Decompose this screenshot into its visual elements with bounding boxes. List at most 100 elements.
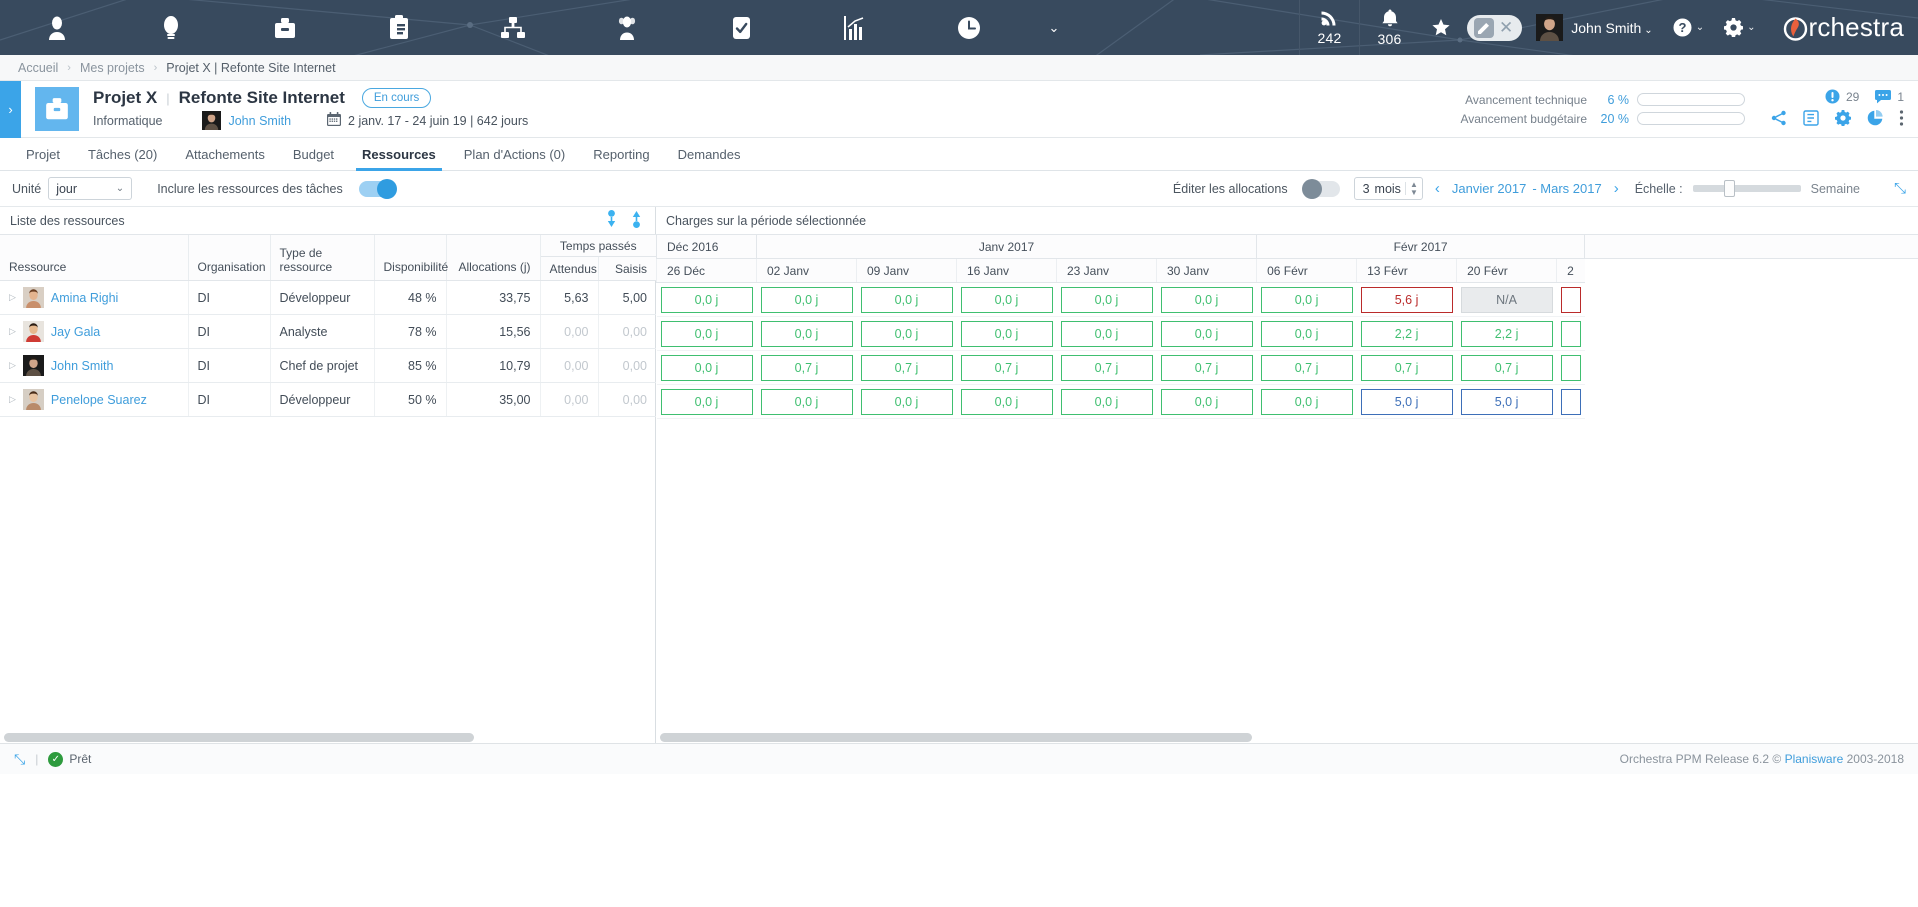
table-row[interactable]: ▷ John Smith DI Chef de projet 85 % 10,79 0,00… (0, 348, 657, 383)
col-attendus[interactable]: Attendus (539, 256, 598, 281)
tab-demandes[interactable]: Demandes (664, 138, 755, 170)
expand-row-triangle-icon[interactable]: ▷ (9, 292, 16, 303)
charge-cell[interactable] (1560, 388, 1581, 415)
idea-bulb-icon[interactable] (114, 0, 228, 55)
charge-cell[interactable]: 0,7 j (960, 354, 1053, 381)
feed-button[interactable]: 242 (1299, 0, 1359, 55)
resource-name-link[interactable]: Amina Righi (51, 291, 118, 305)
charge-cell[interactable]: 5,0 j (1360, 388, 1453, 415)
table-row[interactable]: ▷ Jay Gala DI Analyste 78 % 15,56 0,00 0,00 (0, 314, 657, 349)
col-allocations[interactable]: Allocations (j) (445, 234, 540, 281)
col-ressource[interactable]: Ressource (0, 234, 188, 281)
more-nav-chevron-icon[interactable]: ⌄ (1026, 0, 1082, 55)
settings-menu[interactable]: ⌄ (1724, 18, 1755, 37)
share-icon[interactable] (1771, 110, 1787, 129)
edit-pencil-icon[interactable] (1474, 17, 1494, 38)
checkbox-task-icon[interactable] (684, 0, 798, 55)
right-horizontal-scrollbar[interactable] (656, 731, 1918, 743)
include-task-resources-toggle[interactable] (358, 178, 397, 199)
help-menu[interactable]: ? ⌄ (1673, 18, 1704, 37)
close-icon[interactable]: ✕ (1497, 19, 1515, 36)
pie-chart-icon[interactable] (1867, 110, 1883, 129)
planisware-link[interactable]: Planisware (1785, 752, 1844, 766)
charge-cell[interactable]: 2,2 j (1460, 320, 1553, 347)
sidebar-expand-button[interactable]: › (0, 80, 21, 138)
period-end-label[interactable]: - Mars 2017 (1532, 181, 1601, 196)
scale-slider-handle[interactable] (1723, 180, 1735, 197)
alerts-stat[interactable]: 29 (1825, 89, 1859, 104)
more-vertical-icon[interactable] (1899, 110, 1904, 129)
edit-allocations-toggle[interactable] (1301, 178, 1340, 199)
left-horizontal-scrollbar[interactable] (0, 731, 655, 743)
expand-row-triangle-icon[interactable]: ▷ (9, 394, 16, 405)
tab-plan-d-actions-0[interactable]: Plan d'Actions (0) (450, 138, 579, 170)
briefcase-icon[interactable] (228, 0, 342, 55)
resource-name-link[interactable]: Penelope Suarez (51, 393, 147, 407)
resource-name-link[interactable]: John Smith (51, 359, 114, 373)
right-scrollbar-thumb[interactable] (660, 732, 1252, 742)
settings-icon[interactable] (1834, 110, 1852, 129)
charge-cell[interactable] (1560, 320, 1581, 347)
charge-cell[interactable]: 0,0 j (1160, 286, 1253, 313)
tab-projet[interactable]: Projet (12, 138, 74, 170)
stepper-arrows[interactable]: ▲ ▼ (1404, 181, 1422, 196)
table-row[interactable]: ▷ Penelope Suarez DI Développeur 50 % 35,00 0,… (0, 382, 657, 417)
charge-cell[interactable]: 0,0 j (860, 320, 953, 347)
favorites-star-icon[interactable] (1419, 0, 1463, 55)
charge-cell[interactable]: 0,0 j (760, 388, 853, 415)
charge-cell[interactable]: 0,0 j (860, 286, 953, 313)
status-expand-icon[interactable]: ⤡ (14, 751, 25, 768)
charge-cell[interactable]: 0,0 j (760, 320, 853, 347)
resource-name-link[interactable]: Jay Gala (51, 325, 100, 339)
people-icon[interactable] (570, 0, 684, 55)
analytics-chart-icon[interactable] (798, 0, 912, 55)
breadcrumb-item-my-projects[interactable]: Mes projets (80, 61, 145, 75)
charge-cell[interactable]: 0,0 j (1160, 320, 1253, 347)
unit-select[interactable]: jour ⌄ (48, 177, 133, 200)
charge-cell[interactable]: 0,0 j (660, 286, 753, 313)
tab-reporting[interactable]: Reporting (579, 138, 663, 170)
expand-row-triangle-icon[interactable]: ▷ (9, 360, 16, 371)
col-organisation[interactable]: Organisation (187, 234, 270, 281)
breadcrumb-item-home[interactable]: Accueil (18, 61, 58, 75)
charge-cell[interactable]: 0,0 j (1060, 388, 1153, 415)
tab-attachements[interactable]: Attachements (171, 138, 279, 170)
col-disponibilite[interactable]: Disponibilité (373, 234, 448, 281)
org-chart-icon[interactable] (456, 0, 570, 55)
charge-cell[interactable]: 0,7 j (760, 354, 853, 381)
charge-cell[interactable]: 0,0 j (960, 388, 1053, 415)
comments-stat[interactable]: 1 (1875, 89, 1904, 104)
expand-all-icon[interactable] (632, 210, 641, 231)
cell-resource[interactable]: ▷ Jay Gala (0, 314, 188, 349)
charge-cell[interactable]: 0,7 j (1360, 354, 1453, 381)
collapse-all-icon[interactable] (607, 210, 616, 231)
charge-cell[interactable]: 0,0 j (660, 354, 753, 381)
tab-ressources[interactable]: Ressources (348, 138, 450, 171)
charge-cell[interactable]: 0,0 j (860, 388, 953, 415)
next-period-button[interactable]: › (1602, 180, 1631, 197)
charge-cell[interactable]: N/A (1460, 286, 1553, 313)
charge-cell[interactable]: 0,0 j (1260, 388, 1353, 415)
charge-cell[interactable]: 5,6 j (1360, 286, 1453, 313)
charge-cell[interactable]: 0,0 j (1260, 286, 1353, 313)
clock-icon[interactable] (912, 0, 1026, 55)
notifications-button[interactable]: 306 (1359, 0, 1419, 55)
left-scrollbar-thumb[interactable] (4, 732, 474, 742)
charge-cell[interactable]: 0,0 j (760, 286, 853, 313)
col-type-ressource[interactable]: Type de ressource (269, 234, 374, 281)
charge-cell[interactable]: 0,7 j (1060, 354, 1153, 381)
charge-cell[interactable]: 0,0 j (660, 320, 753, 347)
fullscreen-expand-icon[interactable]: ⤡ (1894, 180, 1906, 197)
charge-cell[interactable]: 5,0 j (1460, 388, 1553, 415)
cell-resource[interactable]: ▷ Penelope Suarez (0, 382, 188, 417)
col-saisis[interactable]: Saisis (597, 256, 657, 281)
expand-row-triangle-icon[interactable]: ▷ (9, 326, 16, 337)
table-row[interactable]: ▷ Amina Righi DI Développeur 48 % 33,75 5,63 5,… (0, 280, 657, 315)
cell-resource[interactable]: ▷ Amina Righi (0, 280, 188, 315)
charge-cell[interactable]: 0,0 j (960, 286, 1053, 313)
edit-mode-pill[interactable]: ✕ (1467, 14, 1523, 41)
project-owner-link[interactable]: John Smith (228, 114, 291, 128)
charge-cell[interactable]: 2,2 j (1360, 320, 1453, 347)
charge-cell[interactable]: 0,7 j (1160, 354, 1253, 381)
scale-slider[interactable] (1692, 180, 1801, 197)
